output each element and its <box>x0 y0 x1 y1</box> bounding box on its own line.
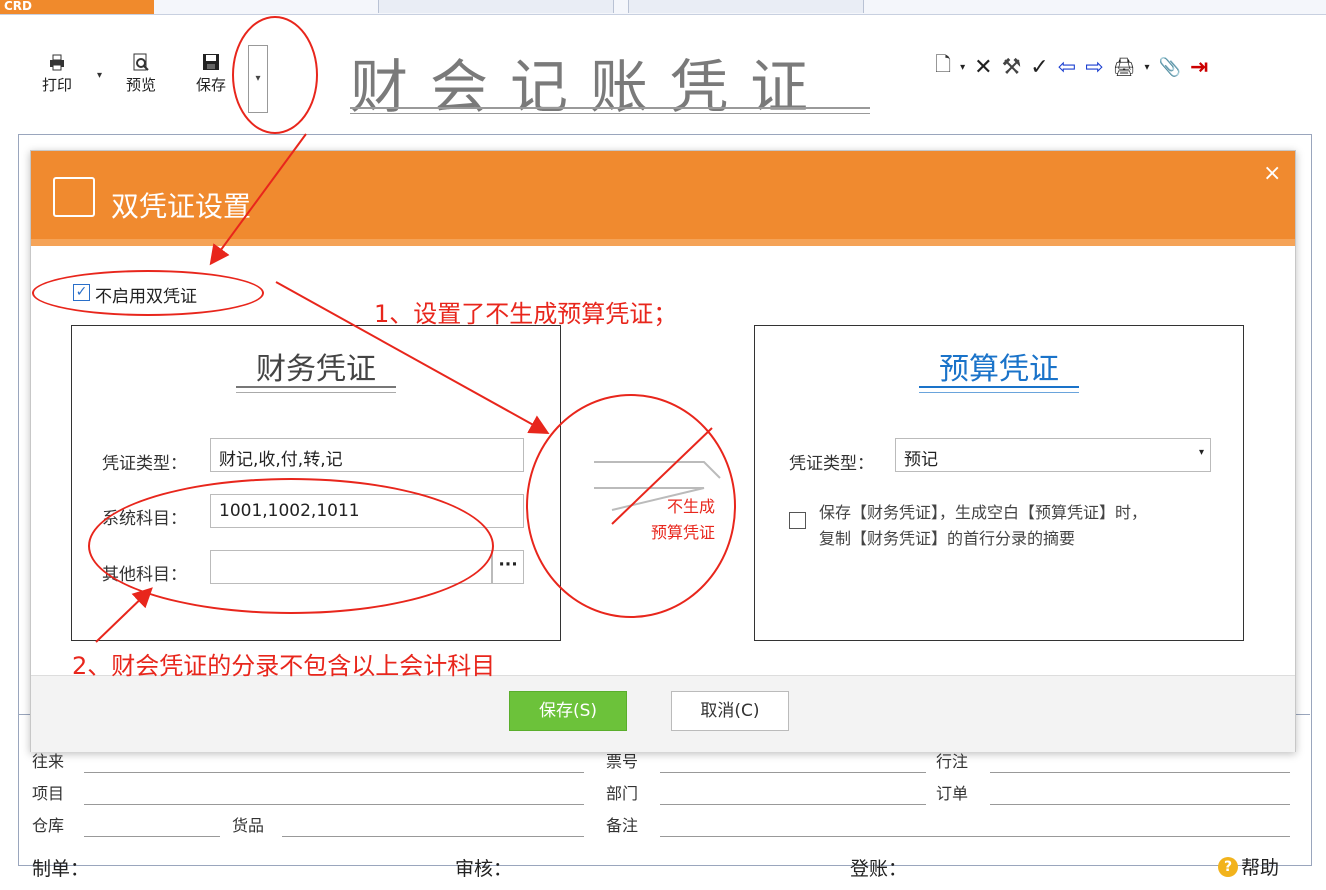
budget-title-underline-2 <box>919 392 1079 393</box>
field-input-project[interactable] <box>84 804 584 805</box>
caret-icon[interactable]: ▾ <box>960 62 965 73</box>
exit-icon[interactable]: ⇥ <box>1190 55 1208 80</box>
arrow-left-icon[interactable]: ⇦ <box>1058 55 1076 80</box>
copy-summary-label: 保存【财务凭证】，生成空白【预算凭证】时， 复制【财务凭证】的首行分录的摘要 <box>819 500 1239 552</box>
select-caret-icon: ▾ <box>1198 447 1204 458</box>
delete-icon[interactable]: ✕ <box>974 55 992 80</box>
print-button[interactable]: 打印 <box>34 52 80 95</box>
dialog-close-button[interactable]: × <box>1263 163 1281 185</box>
annotation-note-2: 2、财会凭证的分录不包含以上会计科目 <box>72 652 496 680</box>
right-toolbar: 🗋 ▾ ✕ ⚒ ✓ ⇦ ⇨ 🖨 ▾ 📎 ⇥ <box>935 50 1208 84</box>
new-doc-icon[interactable]: 🗋 <box>935 50 951 84</box>
save-toolbar-label: 保存 <box>195 76 226 94</box>
finance-voucher-type-label: 凭证类型： <box>102 454 187 474</box>
caret-icon-2[interactable]: ▾ <box>1144 62 1149 73</box>
budget-voucher-section: 预算凭证 凭证类型： 预记 ▾ 保存【财务凭证】，生成空白【预算凭证】时， 复制… <box>754 325 1244 641</box>
other-subject-browse-button[interactable]: ··· <box>492 550 524 584</box>
app-title: 财会记账凭证 <box>350 53 831 121</box>
annotation-note-1: 1、设置了不生成预算凭证； <box>374 300 678 328</box>
field-input-line-note[interactable] <box>990 772 1290 773</box>
copy-summary-checkbox[interactable] <box>789 512 806 529</box>
field-label-warehouse: 仓库 <box>32 816 65 835</box>
budget-voucher-type-value: 预记 <box>904 450 938 470</box>
auditor-label: 审核： <box>455 858 513 880</box>
field-input-warehouse[interactable] <box>84 836 220 837</box>
finance-title-underline-2 <box>236 392 396 393</box>
finance-voucher-type-input[interactable]: 财记,收,付,转,记 <box>210 438 524 472</box>
attach-icon[interactable]: 📎 <box>1159 57 1181 78</box>
preview-label: 预览 <box>125 76 156 94</box>
field-label-department: 部门 <box>606 784 639 803</box>
print-setup-icon[interactable]: 🖨 <box>1113 57 1136 78</box>
field-label-remark: 备注 <box>606 816 639 835</box>
title-underline-2 <box>350 113 870 114</box>
field-input-remark[interactable] <box>660 836 1290 837</box>
field-input-department[interactable] <box>660 804 926 805</box>
title-underline <box>350 107 870 109</box>
field-input-order[interactable] <box>990 804 1290 805</box>
print-dropdown-caret[interactable]: ▾ <box>97 70 102 81</box>
budget-title-underline <box>919 386 1079 388</box>
copy-summary-line-1: 保存【财务凭证】，生成空白【预算凭证】时， <box>819 503 1148 522</box>
top-tab-2[interactable] <box>628 0 864 13</box>
field-input-ticket[interactable] <box>660 772 926 773</box>
preview-icon <box>133 53 149 71</box>
dialog-header-border <box>31 239 1295 246</box>
floppy-disk-icon <box>203 54 219 70</box>
finance-title-underline <box>236 386 396 388</box>
print-label: 打印 <box>41 76 72 94</box>
field-input-goods[interactable] <box>282 836 584 837</box>
dialog-note-icon <box>53 177 95 217</box>
dialog-footer <box>31 675 1295 752</box>
printer-icon <box>50 54 64 71</box>
finance-section-title: 财务凭证 <box>256 352 376 387</box>
top-tab-1[interactable] <box>378 0 614 13</box>
annotation-ellipse-checkbox <box>32 270 264 316</box>
copy-summary-line-2: 复制【财务凭证】的首行分录的摘要 <box>819 529 1076 548</box>
field-label-project: 项目 <box>32 784 65 803</box>
annotation-ellipse-dropdown <box>232 16 318 134</box>
budget-section-title: 预算凭证 <box>939 352 1059 387</box>
dialog-cancel-button[interactable]: 取消(C) <box>671 691 789 731</box>
field-label-order: 订单 <box>936 784 969 803</box>
preview-button[interactable]: 预览 <box>118 52 164 95</box>
field-label-goods: 货品 <box>232 816 265 835</box>
maker-label: 制单： <box>32 858 90 880</box>
arrow-right-icon[interactable]: ⇨ <box>1085 55 1103 80</box>
help-link[interactable]: ? 帮助 <box>1218 853 1279 880</box>
help-label: 帮助 <box>1241 857 1280 879</box>
budget-voucher-type-label: 凭证类型： <box>789 454 874 474</box>
check-icon[interactable]: ✓ <box>1030 55 1048 80</box>
annotation-ellipse-no-budget <box>526 394 736 618</box>
poster-label: 登账： <box>850 858 908 880</box>
dialog-save-button[interactable]: 保存(S) <box>509 691 627 731</box>
field-input-contact[interactable] <box>84 772 584 773</box>
app-logo: CRD <box>0 0 154 14</box>
tools-icon[interactable]: ⚒ <box>1002 55 1022 80</box>
annotation-ellipse-subjects <box>88 478 494 614</box>
dialog-title: 双凭证设置 <box>111 190 252 223</box>
save-toolbar-button[interactable]: 保存 <box>188 52 234 95</box>
help-icon: ? <box>1218 856 1238 877</box>
budget-voucher-type-select[interactable]: 预记 ▾ <box>895 438 1211 472</box>
